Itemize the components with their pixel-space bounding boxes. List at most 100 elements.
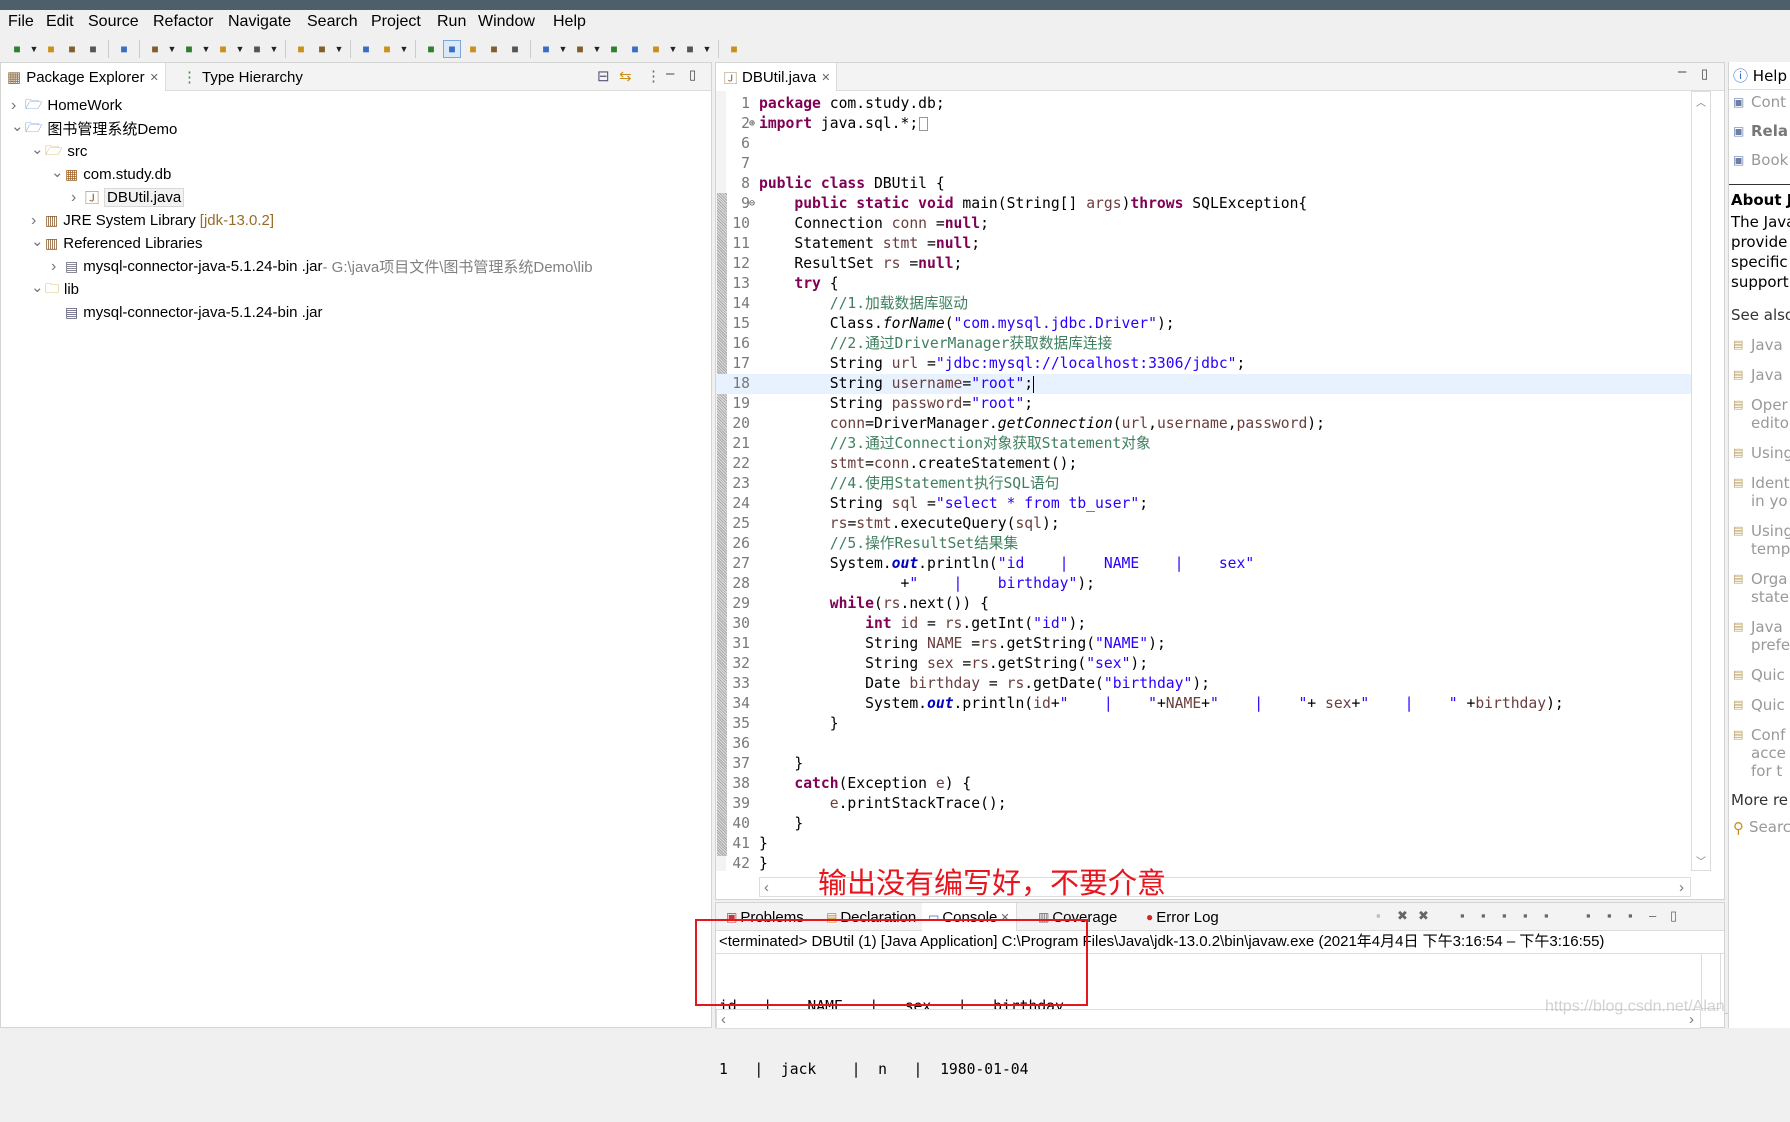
dropdown-arrow-icon[interactable]: ▼	[399, 40, 409, 58]
menu-navigate[interactable]: Navigate	[228, 13, 291, 31]
word-wrap-icon[interactable]: ■	[485, 40, 503, 58]
link-with-editor-icon[interactable]: ⇆	[619, 67, 632, 85]
chevron-right-icon[interactable]: ›	[51, 258, 56, 276]
code-line[interactable]: 30 int id = rs.getInt("id");	[716, 614, 1704, 634]
code-line[interactable]: 15 Class.forName("com.mysql.jdbc.Driver"…	[716, 314, 1704, 334]
code-line[interactable]: 17 String url ="jdbc:mysql://localhost:3…	[716, 354, 1704, 374]
help-topic-link[interactable]: Conf	[1751, 726, 1785, 744]
coverage-icon[interactable]: ■	[214, 40, 232, 58]
new-class-icon[interactable]: ■	[313, 40, 331, 58]
tree-item[interactable]: 🗁 HomeWork	[25, 94, 122, 117]
menu-edit[interactable]: Edit	[46, 13, 74, 31]
tree-item[interactable]: 🗁 图书管理系统Demo	[25, 117, 177, 140]
chevron-down-icon[interactable]: ⌄	[31, 232, 44, 250]
close-icon[interactable]: ✕	[821, 71, 830, 84]
clear-console-icon[interactable]: ▪	[1460, 908, 1465, 923]
chevron-right-icon[interactable]: ›	[31, 212, 36, 230]
close-icon[interactable]: ✕	[150, 71, 159, 84]
help-topic-link[interactable]: edito	[1751, 414, 1789, 432]
code-line[interactable]: 31 String NAME =rs.getString("NAME");	[716, 634, 1704, 654]
run-icon[interactable]: ■	[180, 40, 198, 58]
code-line[interactable]: 2 ⊕ import java.sql.*;	[716, 114, 1704, 134]
menu-search[interactable]: Search	[307, 13, 358, 31]
help-topic-link[interactable]: state	[1751, 588, 1789, 606]
save-icon[interactable]: ■	[42, 40, 60, 58]
maximize-icon[interactable]: ▯	[1701, 66, 1708, 82]
code-line[interactable]: 10 Connection conn =null;	[716, 214, 1704, 234]
dropdown-arrow-icon[interactable]: ▼	[334, 40, 344, 58]
code-line[interactable]: 27 System.out.println("id | NAME | sex"	[716, 554, 1704, 574]
open-type-icon[interactable]: ■	[357, 40, 375, 58]
help-topic-link[interactable]: Quic	[1751, 666, 1785, 684]
view-menu-icon[interactable]: ⋮	[646, 67, 661, 85]
search-icon[interactable]: ■	[378, 40, 396, 58]
show-whitespace-icon[interactable]: ■	[506, 40, 524, 58]
dropdown-arrow-icon[interactable]: ▼	[558, 40, 568, 58]
menu-run[interactable]: Run	[437, 13, 466, 31]
code-line[interactable]: 34 System.out.println(id+" | "+NAME+" | …	[716, 694, 1704, 714]
tree-item[interactable]: 🗁 src	[45, 140, 87, 163]
menu-file[interactable]: File	[8, 13, 34, 31]
dropdown-arrow-icon[interactable]: ▼	[201, 40, 211, 58]
tree-item[interactable]: ▥ JRE System Library [jdk-13.0.2]	[45, 209, 274, 232]
code-line[interactable]: 19 String password="root";	[716, 394, 1704, 414]
minimize-icon[interactable]: –	[666, 65, 674, 82]
tree-item[interactable]: ▦ com.study.db	[65, 163, 171, 186]
debug-icon[interactable]: ■	[146, 40, 164, 58]
code-area[interactable]: 1 package com.study.db; 2 ⊕ import java.sql.…	[716, 91, 1724, 899]
code-line[interactable]: 25 rs=stmt.executeQuery(sql);	[716, 514, 1704, 534]
code-line[interactable]: 6	[716, 134, 1704, 154]
dropdown-arrow-icon[interactable]: ▼	[235, 40, 245, 58]
collapse-fold-icon[interactable]: ⊖	[749, 194, 755, 214]
help-topic-link[interactable]: Quic	[1751, 696, 1785, 714]
chevron-down-icon[interactable]: ⌄	[11, 117, 24, 135]
tab-package-explorer[interactable]: ▦ Package Explorer ✕	[1, 63, 166, 91]
tab-help[interactable]: ⓘ Help	[1733, 66, 1787, 86]
help-topic-link[interactable]: Using	[1751, 444, 1790, 462]
perspective-icon[interactable]: ■	[725, 40, 743, 58]
open-console-icon[interactable]: ▪	[1628, 908, 1633, 923]
remove-all-icon[interactable]: ✖	[1418, 908, 1429, 924]
code-line[interactable]: 41}	[716, 834, 1704, 854]
forward-edit-icon[interactable]: ■	[626, 40, 644, 58]
forward-icon[interactable]: ■	[681, 40, 699, 58]
dropdown-arrow-icon[interactable]: ▼	[269, 40, 279, 58]
scroll-lock-icon[interactable]: ▪	[1481, 908, 1486, 923]
menu-project[interactable]: Project	[371, 13, 421, 31]
code-line[interactable]: 21 //3.通过Connection对象获取Statement对象	[716, 434, 1704, 454]
code-line[interactable]: 11 Statement stmt =null;	[716, 234, 1704, 254]
mark-occurrences-icon[interactable]: ■	[443, 40, 461, 58]
dropdown-arrow-icon[interactable]: ▼	[592, 40, 602, 58]
code-line[interactable]: 13 try {	[716, 274, 1704, 294]
run-external-icon[interactable]: ■	[248, 40, 266, 58]
help-link[interactable]: Cont	[1751, 92, 1786, 112]
chevron-down-icon[interactable]: ⌄	[31, 278, 44, 296]
help-topic-link[interactable]: in yo	[1751, 492, 1788, 510]
dropdown-arrow-icon[interactable]: ▼	[29, 40, 39, 58]
code-line[interactable]: 23 //4.使用Statement执行SQL语句	[716, 474, 1704, 494]
tree-item[interactable]: ▥ Referenced Libraries	[45, 232, 202, 255]
tree-item[interactable]: ▤ mysql-connector-java-5.1.24-bin .jar - …	[65, 255, 593, 278]
code-line[interactable]: 37 }	[716, 754, 1704, 774]
code-line[interactable]: 12 ResultSet rs =null;	[716, 254, 1704, 274]
chevron-right-icon[interactable]: ›	[71, 189, 76, 207]
tree-item[interactable]: 🄹 DBUtil.java	[85, 186, 185, 209]
maximize-icon[interactable]: ▯	[1670, 908, 1677, 924]
code-line[interactable]: 26 //5.操作ResultSet结果集	[716, 534, 1704, 554]
code-line[interactable]: 18 String username="root";	[716, 374, 1704, 394]
remove-launch-icon[interactable]: ✖	[1397, 908, 1408, 924]
code-line[interactable]: 39 e.printStackTrace();	[716, 794, 1704, 814]
menu-help[interactable]: Help	[553, 13, 586, 31]
chevron-down-icon[interactable]: ⌄	[51, 163, 64, 181]
menu-refactor[interactable]: Refactor	[153, 13, 213, 31]
help-topic-link[interactable]: Java	[1751, 336, 1783, 354]
dropdown-arrow-icon[interactable]: ▼	[167, 40, 177, 58]
help-topic-link[interactable]: for t	[1751, 762, 1782, 780]
code-line[interactable]: 40 }	[716, 814, 1704, 834]
folded-code-marker[interactable]	[919, 117, 929, 131]
code-line[interactable]: 8 public class DBUtil {	[716, 174, 1704, 194]
help-topic-link[interactable]: temp	[1751, 540, 1790, 558]
dropdown-arrow-icon[interactable]: ▼	[702, 40, 712, 58]
toggle-breadcrumb-icon[interactable]: ■	[422, 40, 440, 58]
help-link[interactable]: Book	[1751, 150, 1788, 170]
